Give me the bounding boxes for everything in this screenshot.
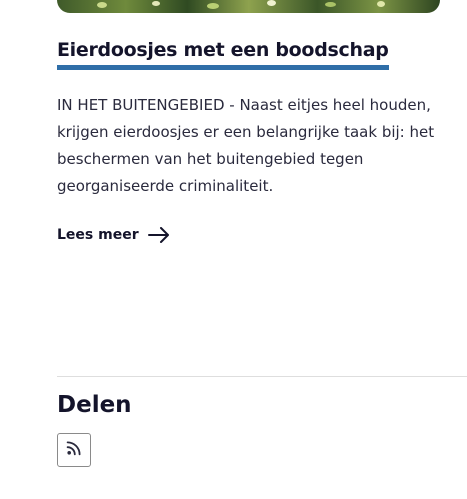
article-title[interactable]: Eierdoosjes met een boodschap [57, 36, 389, 70]
article-image[interactable] [57, 0, 440, 13]
rss-icon [66, 440, 82, 460]
rss-share-button[interactable] [57, 433, 91, 467]
section-divider [57, 376, 467, 377]
read-more-link[interactable]: Lees meer [57, 223, 171, 247]
article-summary: IN HET BUITENGEBIED - Naast eitjes heel … [57, 96, 435, 195]
page: Eierdoosjes met een boodschap IN HET BUI… [0, 0, 467, 499]
arrow-right-icon [147, 223, 171, 247]
read-more-label: Lees meer [57, 227, 139, 243]
share-heading: Delen [57, 392, 132, 418]
